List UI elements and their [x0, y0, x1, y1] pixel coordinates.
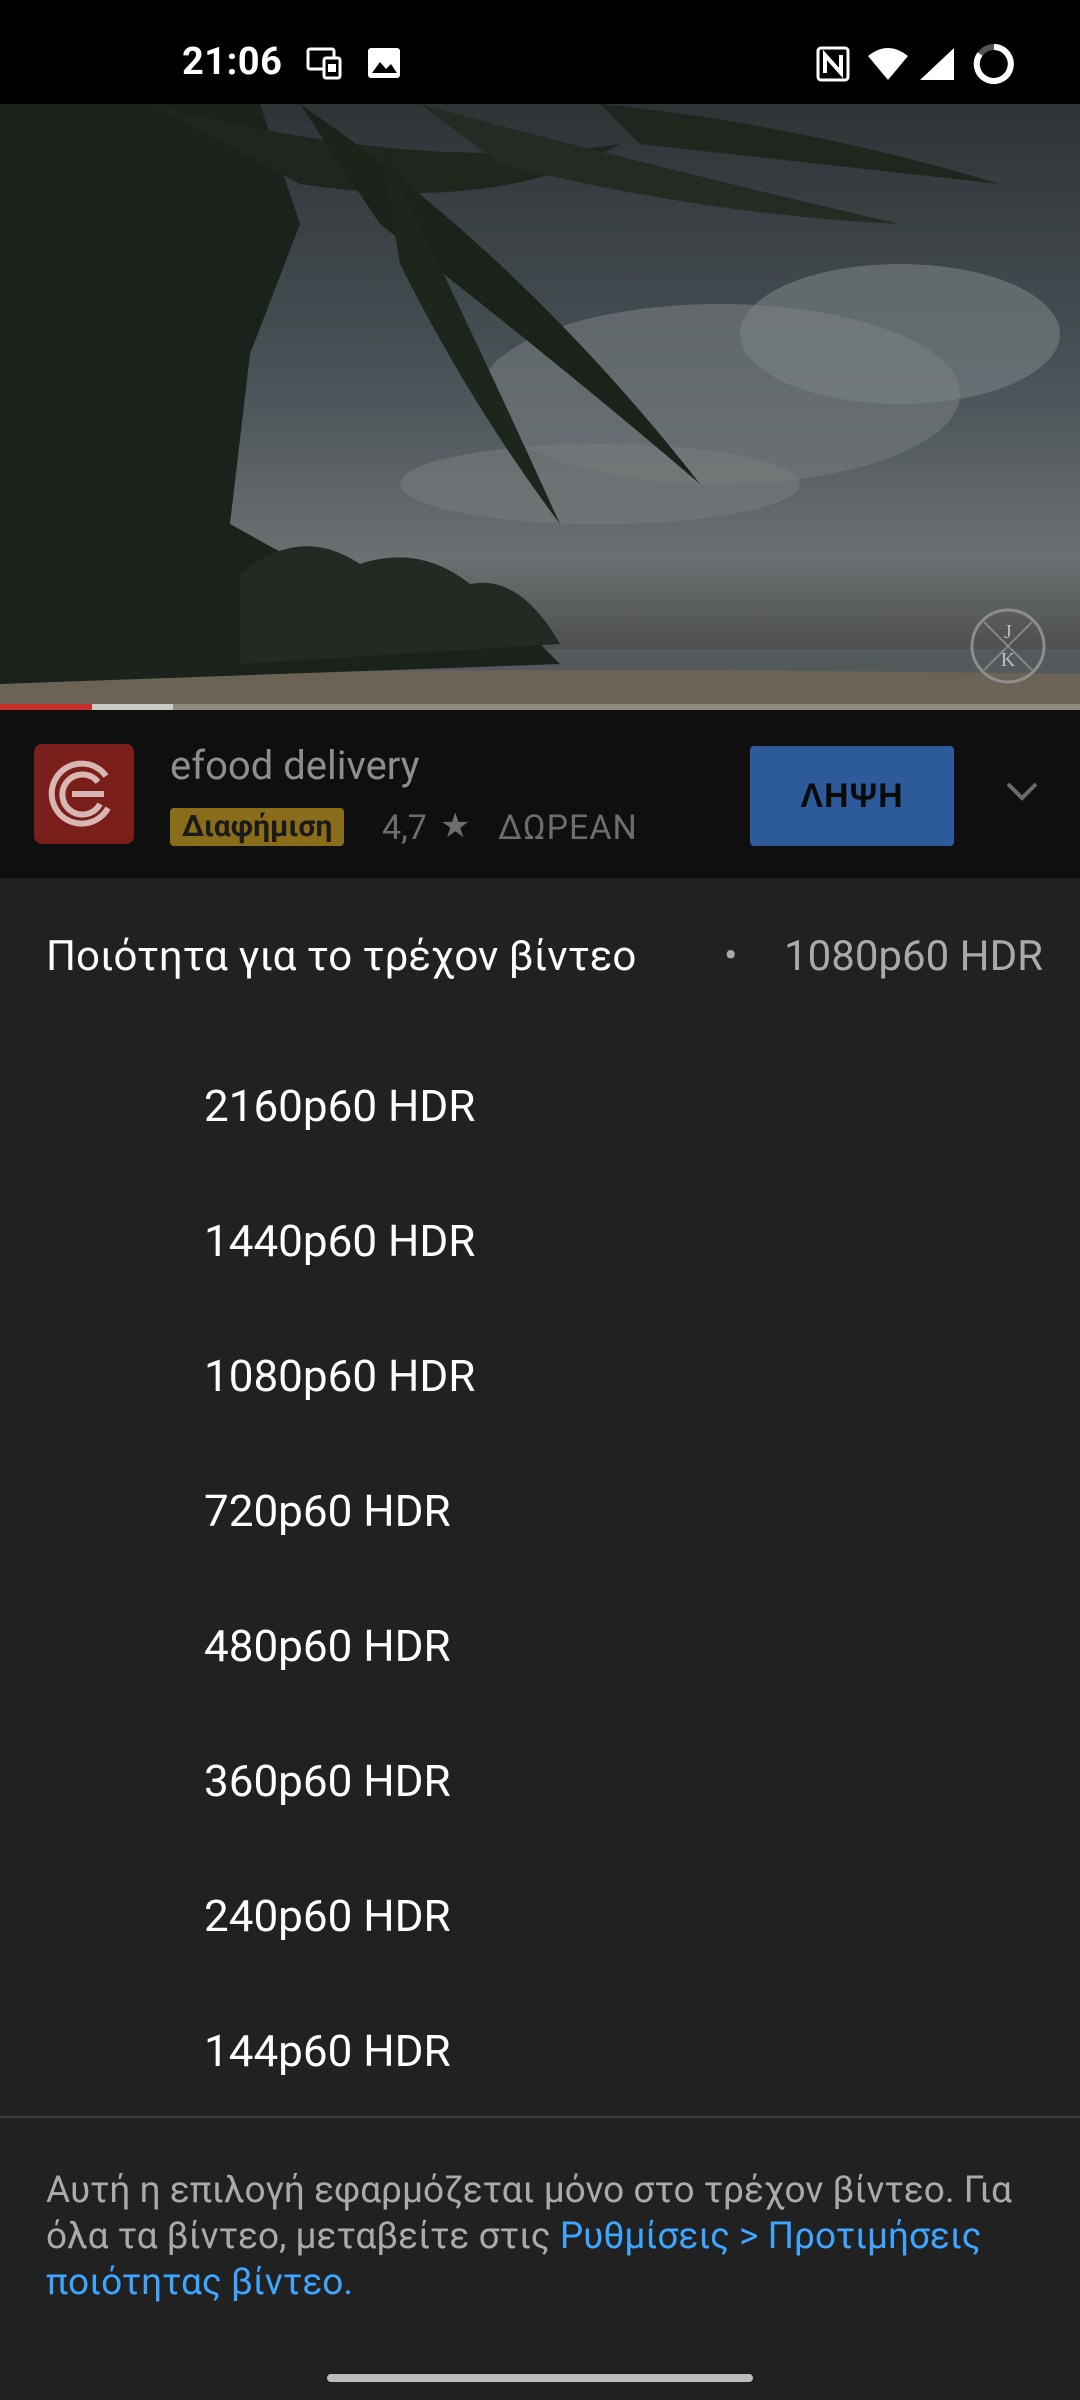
quality-option-label: 1440p60 HDR [204, 1215, 476, 1267]
video-player[interactable]: J K [0, 104, 1080, 710]
quality-bottom-sheet: Ποιότητα για το τρέχον βίντεο • 1080p60 … [0, 878, 1080, 2400]
video-frame: J K [0, 104, 1080, 710]
sheet-divider [0, 2116, 1080, 2118]
header-separator: • [724, 932, 738, 979]
install-button[interactable]: ΛΗΨΗ [750, 746, 954, 846]
quality-option-label: 144p60 HDR [204, 2025, 451, 2077]
quality-option-label: 2160p60 HDR [204, 1080, 476, 1132]
gesture-nav-handle[interactable] [327, 2374, 753, 2382]
quality-option-480p60[interactable]: 480p60 HDR [0, 1580, 1080, 1715]
quality-option-360p60[interactable]: 360p60 HDR [0, 1715, 1080, 1850]
status-bar: 21:06 [0, 0, 1080, 104]
screen-cast-icon [306, 47, 342, 80]
quality-option-label: 480p60 HDR [204, 1620, 451, 1672]
efood-logo-icon [48, 760, 111, 827]
star-icon: ★ [440, 806, 471, 846]
svg-text:K: K [1001, 649, 1016, 671]
ad-app-logo [34, 744, 134, 844]
wifi-icon [868, 48, 908, 80]
quality-option-240p60[interactable]: 240p60 HDR [0, 1850, 1080, 1985]
quality-option-1080p60[interactable]: 1080p60 HDR [0, 1310, 1080, 1445]
current-quality: 1080p60 HDR [784, 932, 1044, 981]
ad-banner[interactable]: efood delivery Διαφήμιση 4,7 ★ ΔΩΡΕΑΝ ΛΗ… [0, 710, 1080, 878]
image-icon [368, 48, 400, 78]
quality-option-label: 720p60 HDR [204, 1485, 451, 1537]
quality-option-label: 360p60 HDR [204, 1755, 451, 1807]
status-time: 21:06 [182, 40, 283, 84]
ad-rating: 4,7 [382, 808, 427, 848]
quality-footnote: Αυτή η επιλογή εφαρμόζεται μόνο στο τρέχ… [46, 2168, 1046, 2306]
ad-price: ΔΩΡΕΑΝ [498, 808, 638, 848]
cell-signal-icon [920, 48, 954, 80]
quality-option-label: 1080p60 HDR [204, 1350, 476, 1402]
sheet-title: Ποιότητα για το τρέχον βίντεο [46, 932, 637, 981]
quality-option-720p60[interactable]: 720p60 HDR [0, 1445, 1080, 1580]
quality-option-label: 240p60 HDR [204, 1890, 451, 1942]
battery-ring-icon [973, 44, 1014, 84]
chevron-down-icon[interactable] [1002, 772, 1042, 812]
ad-title: efood delivery [170, 742, 420, 789]
ad-badge: Διαφήμιση [170, 808, 345, 846]
quality-option-144p60[interactable]: 144p60 HDR [0, 1985, 1080, 2120]
nfc-icon [816, 46, 850, 82]
quality-option-1440p60[interactable]: 1440p60 HDR [0, 1175, 1080, 1310]
watermark-text: J [1004, 621, 1012, 643]
quality-option-2160p60[interactable]: 2160p60 HDR [0, 1040, 1080, 1175]
